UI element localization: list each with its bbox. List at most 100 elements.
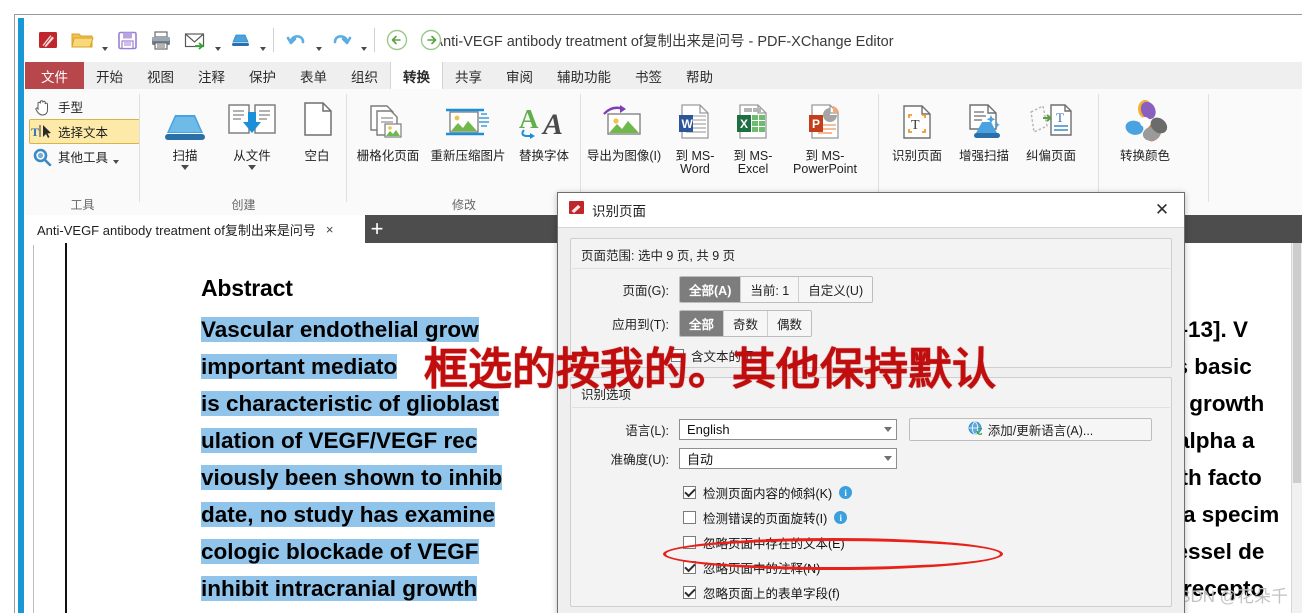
ignore-existing-text-row[interactable]: 忽略页面中存在的文本(E) — [683, 530, 1171, 555]
ribbon-tab-organize[interactable]: 组织 — [339, 62, 390, 89]
ignore-existing-text-checkbox[interactable] — [683, 536, 696, 549]
ribbon-tab-share[interactable]: 共享 — [443, 62, 494, 89]
redo-dropdown-caret-icon[interactable] — [358, 17, 369, 63]
language-select[interactable]: English — [679, 419, 897, 440]
ribbon-tab-form[interactable]: 表单 — [288, 62, 339, 89]
export-to-word-button[interactable]: W 到 MS- Word — [666, 94, 724, 176]
vertical-scrollbar[interactable] — [1291, 243, 1302, 613]
create-from-file-label: 从文件 — [233, 149, 271, 163]
thumbnail-pane[interactable] — [25, 243, 67, 613]
apply-to-segmented-control[interactable]: 全部 奇数 偶数 — [679, 310, 813, 337]
new-tab-button[interactable]: + — [365, 215, 389, 243]
ignore-comments-checkbox[interactable] — [683, 561, 696, 574]
tool-hand[interactable]: 手型 — [25, 94, 140, 119]
export-to-excel-button[interactable]: X 到 MS- Excel — [724, 94, 782, 176]
email-dropdown-caret-icon[interactable] — [212, 17, 223, 63]
create-from-file-caret-icon[interactable] — [215, 165, 289, 170]
detect-skew-row[interactable]: 检测页面内容的倾斜(K) i — [683, 480, 1171, 505]
ribbon-tab-view[interactable]: 视图 — [135, 62, 186, 89]
add-update-language-button[interactable]: 添加/更新语言(A)... — [909, 418, 1152, 441]
export-to-image-button[interactable]: 导出为图像(I) — [583, 94, 665, 163]
ignore-form-fields-checkbox[interactable] — [683, 586, 696, 599]
ribbon-tab-bookmark[interactable]: 书签 — [623, 62, 674, 89]
ribbon-tab-accessibility[interactable]: 辅助功能 — [545, 62, 623, 89]
undo-icon[interactable] — [279, 23, 313, 57]
create-scan-button[interactable]: 扫描 — [148, 94, 222, 170]
ribbon-tab-help[interactable]: 帮助 — [674, 62, 725, 89]
ribbon-tab-protect[interactable]: 保护 — [237, 62, 288, 89]
save-icon[interactable] — [110, 23, 144, 57]
recompress-images-button[interactable]: 重新压缩图片 — [425, 94, 511, 163]
globe-icon — [968, 421, 984, 438]
apply-option-all[interactable]: 全部 — [680, 311, 725, 336]
svg-text:A: A — [541, 108, 563, 141]
create-scan-label: 扫描 — [172, 149, 198, 163]
create-scan-caret-icon[interactable] — [148, 165, 222, 170]
export-to-powerpoint-button[interactable]: P 到 MS- PowerPoint — [782, 94, 868, 176]
select-text-icon: T — [31, 122, 53, 142]
detect-rotation-checkbox[interactable] — [683, 511, 696, 524]
convert-colors-button[interactable]: 转换颜色 — [1109, 94, 1181, 163]
info-icon[interactable]: i — [839, 486, 853, 499]
scrollbar-thumb[interactable] — [1293, 243, 1301, 483]
page-line-text: important mediato — [201, 354, 398, 379]
skip-text-pages-label: 含文本的页 — [691, 350, 754, 364]
ribbon-group-create: 扫描 从文件 空白 创建 — [140, 89, 347, 215]
back-icon[interactable] — [380, 23, 414, 57]
open-dropdown-caret-icon[interactable] — [99, 17, 110, 63]
detect-skew-checkbox[interactable] — [683, 486, 696, 499]
pages-segmented-control[interactable]: 全部(A) 当前: 1 自定义(U) — [679, 276, 874, 303]
dialog-body: 页面范围: 选中 9 页, 共 9 页 页面(G): 全部(A) 当前: 1 自… — [558, 228, 1184, 613]
redo-icon[interactable] — [324, 23, 358, 57]
pages-option-custom[interactable]: 自定义(U) — [799, 277, 872, 302]
ignore-comments-row[interactable]: 忽略页面中的注释(N) — [683, 555, 1171, 580]
forward-icon[interactable] — [414, 23, 448, 57]
tool-other-tools[interactable]: 其他工具 — [25, 144, 140, 169]
convert-colors-label: 转换颜色 — [1119, 149, 1170, 163]
replace-fonts-button[interactable]: A A 替换字体 — [512, 94, 576, 163]
recognize-pages-icon: T — [884, 94, 950, 146]
rasterize-icon — [352, 94, 424, 146]
excel-icon: X — [724, 94, 782, 146]
undo-dropdown-caret-icon[interactable] — [313, 17, 324, 63]
chevron-down-icon-2[interactable] — [884, 456, 892, 461]
toolbar-divider — [273, 28, 274, 52]
scan-dropdown-caret-icon[interactable] — [257, 17, 268, 63]
chevron-down-icon[interactable] — [884, 427, 892, 432]
enhance-scan-button[interactable]: 增强扫描 — [951, 94, 1017, 163]
deskew-pages-button[interactable]: T 纠偏页面 — [1018, 94, 1084, 163]
ribbon-tab-file[interactable]: 文件 — [25, 62, 84, 89]
ribbon-tab-review[interactable]: 审阅 — [494, 62, 545, 89]
close-icon[interactable]: ✕ — [1148, 196, 1176, 224]
create-from-file-button[interactable]: 从文件 — [215, 94, 289, 170]
close-tab-icon[interactable]: × — [326, 222, 334, 237]
apply-option-odd[interactable]: 奇数 — [724, 311, 769, 336]
svg-text:A: A — [519, 104, 539, 134]
accuracy-row: 准确度(U): 自动 — [571, 441, 1171, 469]
recognize-pages-button[interactable]: T 识别页面 — [884, 94, 950, 163]
tool-select-text[interactable]: T 选择文本 — [29, 119, 140, 144]
ribbon-tab-home[interactable]: 开始 — [84, 62, 135, 89]
skip-text-pages-checkbox[interactable] — [671, 349, 684, 362]
email-icon[interactable] — [178, 23, 212, 57]
rasterize-pages-button[interactable]: 栅格化页面 — [352, 94, 424, 163]
window-accent-strip — [18, 18, 24, 613]
other-tools-caret-icon[interactable] — [113, 150, 120, 164]
info-icon-2[interactable]: i — [834, 511, 848, 524]
create-blank-button[interactable]: 空白 — [280, 94, 354, 163]
enhance-scan-icon — [951, 94, 1017, 146]
pages-option-all[interactable]: 全部(A) — [680, 277, 742, 302]
ribbon-tab-comment[interactable]: 注释 — [186, 62, 237, 89]
scanner-icon[interactable] — [223, 23, 257, 57]
document-tab[interactable]: Anti-VEGF antibody treatment of复制出来是问号 × — [25, 215, 383, 243]
ribbon-tab-convert[interactable]: 转换 — [390, 62, 443, 90]
detect-rotation-row[interactable]: 检测错误的页面旋转(I) i — [683, 505, 1171, 530]
apply-option-even[interactable]: 偶数 — [768, 311, 811, 336]
ignore-form-fields-row[interactable]: 忽略页面上的表单字段(f) — [683, 580, 1171, 605]
open-folder-icon[interactable] — [65, 23, 99, 57]
print-icon[interactable] — [144, 23, 178, 57]
accuracy-select[interactable]: 自动 — [679, 448, 897, 469]
pages-option-current[interactable]: 当前: 1 — [741, 277, 800, 302]
ribbon-group-create-label: 创建 — [231, 198, 256, 212]
svg-text:T: T — [1056, 110, 1064, 125]
